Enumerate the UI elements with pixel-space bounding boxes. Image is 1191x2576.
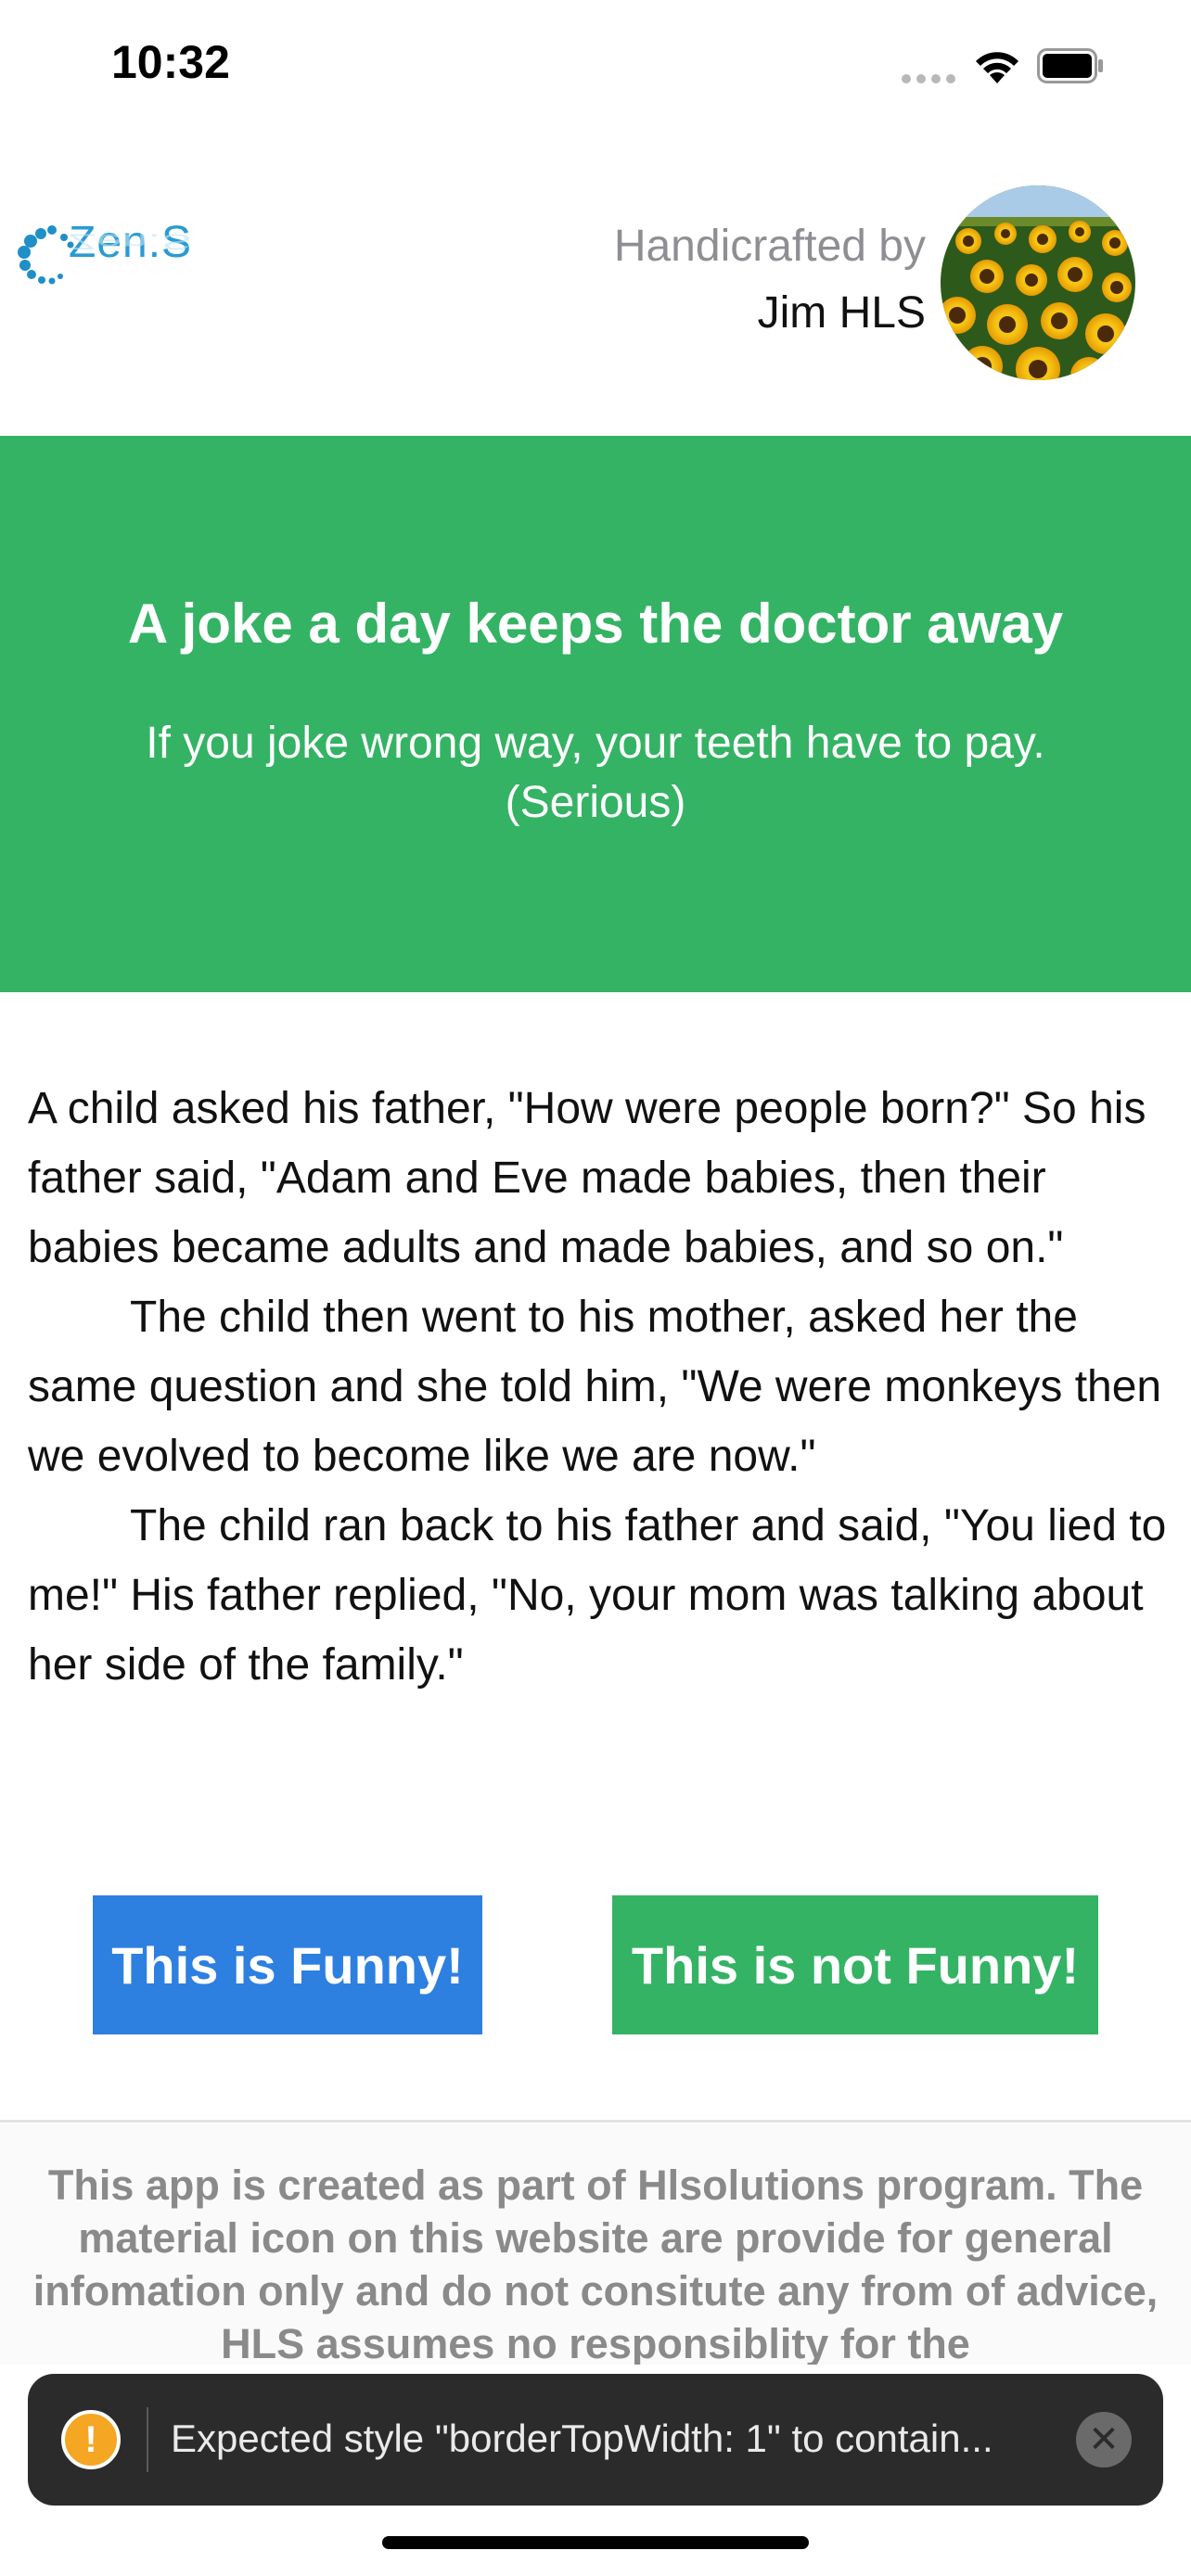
not-funny-button[interactable]: This is not Funny! — [612, 1895, 1098, 2034]
home-indicator[interactable] — [382, 2536, 809, 2549]
warning-icon: ! — [61, 2410, 121, 2469]
logo-text-reflection: Zen.S — [69, 229, 193, 254]
battery-icon — [1037, 48, 1103, 83]
error-toast[interactable]: ! Expected style "borderTopWidth: 1" to … — [28, 2374, 1163, 2506]
funny-button[interactable]: This is Funny! — [93, 1895, 482, 2034]
app-header: Zen.S Zen.S Handicrafted by Jim HLS — [0, 139, 1191, 436]
joke-text: A child asked his father, "How were peop… — [28, 1074, 1169, 1700]
wifi-icon — [976, 52, 1018, 83]
toast-separator — [147, 2407, 148, 2472]
cellular-signal-icon — [902, 74, 955, 83]
toast-message: Expected style "borderTopWidth: 1" to co… — [171, 2417, 993, 2460]
joke-paragraph: The child ran back to his father and sai… — [28, 1501, 1167, 1690]
joke-paragraph: A child asked his father, "How were peop… — [28, 1084, 1146, 1272]
avatar — [941, 185, 1135, 380]
hero-banner: A joke a day keeps the doctor away If yo… — [0, 436, 1191, 992]
handicrafted-label: Handicrafted by — [613, 222, 926, 271]
author-name: Jim HLS — [757, 288, 926, 338]
banner-title: A joke a day keeps the doctor away — [127, 593, 1064, 655]
joke-paragraph: The child then went to his mother, asked… — [28, 1293, 1162, 1481]
status-time: 10:32 — [111, 36, 230, 88]
footer-disclaimer: This app is created as part of Hlsolutio… — [32, 2162, 1159, 2365]
footer: This app is created as part of Hlsolutio… — [0, 2123, 1191, 2365]
close-icon[interactable]: ✕ — [1076, 2412, 1132, 2468]
footer-divider — [0, 2120, 1191, 2123]
status-bar: 10:32 — [0, 0, 1191, 139]
banner-subtitle: If you joke wrong way, your teeth have t… — [146, 719, 1045, 827]
